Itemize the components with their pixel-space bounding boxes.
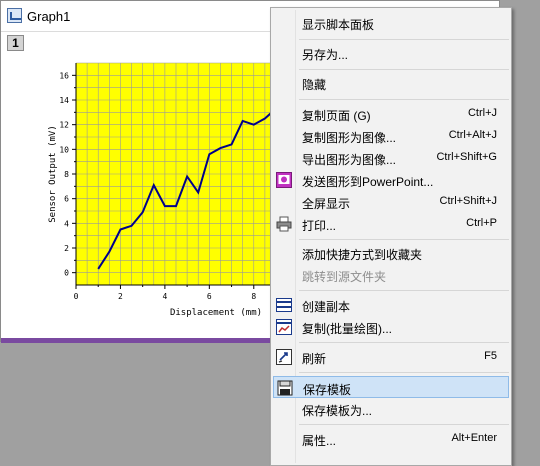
- layer-tab[interactable]: 1: [7, 35, 24, 51]
- y-tick-label: 12: [59, 121, 69, 130]
- x-tick-label: 0: [74, 292, 79, 301]
- x-tick-label: 2: [118, 292, 123, 301]
- save-template-icon: [277, 380, 293, 396]
- menu-item-save-template[interactable]: 保存模板: [273, 376, 509, 398]
- menu-item-label: 属性...: [302, 434, 337, 448]
- menu-separator: [299, 372, 509, 373]
- y-tick-label: 16: [59, 71, 69, 80]
- menu-item-label: 创建副本: [302, 300, 351, 314]
- menu-item-copy-page[interactable]: 复制页面 (G) Ctrl+J: [273, 103, 509, 125]
- powerpoint-icon: [276, 172, 292, 188]
- menu-item-go-to-source-folder[interactable]: 跳转到源文件夹: [273, 264, 509, 286]
- menu-item-label: 打印...: [302, 219, 337, 233]
- menu-separator: [299, 99, 509, 100]
- menu-item-shortcut: Ctrl+Shift+G: [436, 151, 497, 163]
- menu-item-label: 显示脚本面板: [302, 18, 375, 32]
- duplicate-icon: [276, 298, 292, 312]
- menu-item-copy-graph-as-image[interactable]: 复制图形为图像... Ctrl+Alt+J: [273, 125, 509, 147]
- y-tick-label: 14: [59, 96, 69, 105]
- menu-separator: [299, 239, 509, 240]
- menu-separator: [299, 424, 509, 425]
- x-tick-label: 8: [251, 292, 256, 301]
- menu-item-label: 复制图形为图像...: [302, 131, 397, 145]
- menu-item-shortcut: Ctrl+P: [466, 217, 497, 229]
- y-axis-title: Sensor Output (mV): [48, 125, 58, 223]
- menu-item-batch-plot[interactable]: 复制(批量绘图)...: [273, 316, 509, 338]
- menu-item-label: 跳转到源文件夹: [302, 270, 387, 284]
- plot-area[interactable]: 0 2 4 6 8 0 2 4 6 8 10 12 14 16 Displacement (mm) Senso…: [5, 53, 275, 337]
- menu-separator: [299, 342, 509, 343]
- menu-item-save-as[interactable]: 另存为...: [273, 42, 509, 64]
- menu-item-shortcut: Ctrl+Shift+J: [439, 195, 497, 207]
- menu-item-export-graph-as-image[interactable]: 导出图形为图像... Ctrl+Shift+G: [273, 147, 509, 169]
- graph-window-icon: [7, 8, 22, 23]
- batch-plot-icon: [276, 319, 292, 335]
- menu-item-shortcut: Ctrl+J: [467, 107, 497, 119]
- menu-item-label: 复制页面 (G): [302, 109, 371, 123]
- y-tick-label: 8: [64, 170, 69, 179]
- context-menu: 显示脚本面板 另存为... 隐藏 复制页面 (G) Ctrl+J 复制图形为图像…: [270, 7, 512, 466]
- menu-item-label: 发送图形到PowerPoint...: [302, 175, 434, 189]
- menu-item-save-template-as[interactable]: 保存模板为...: [273, 398, 509, 420]
- printer-icon: [276, 216, 292, 232]
- menu-item-create-copy[interactable]: 创建副本: [273, 294, 509, 316]
- y-tick-label: 2: [64, 244, 69, 253]
- menu-item-hide[interactable]: 隐藏: [273, 72, 509, 94]
- menu-item-shortcut: Ctrl+Alt+J: [448, 129, 497, 141]
- y-tick-label: 4: [64, 219, 69, 228]
- y-tick-label: 6: [64, 195, 69, 204]
- menu-item-label: 另存为...: [302, 48, 349, 62]
- menu-item-label: 隐藏: [302, 78, 327, 92]
- menu-item-add-shortcut-to-favorites[interactable]: 添加快捷方式到收藏夹: [273, 242, 509, 264]
- refresh-icon: [276, 349, 292, 365]
- menu-item-label: 刷新: [302, 352, 327, 366]
- x-tick-label: 6: [207, 292, 212, 301]
- menu-item-label: 导出图形为图像...: [302, 153, 397, 167]
- menu-item-shortcut: F5: [484, 350, 497, 362]
- menu-separator: [299, 39, 509, 40]
- x-tick-label: 4: [162, 292, 167, 301]
- menu-item-label: 复制(批量绘图)...: [302, 322, 392, 336]
- menu-separator: [299, 69, 509, 70]
- menu-item-refresh[interactable]: 刷新 F5: [273, 346, 509, 368]
- menu-separator: [299, 290, 509, 291]
- x-axis-title: Displacement (mm): [170, 308, 262, 318]
- y-tick-label: 10: [59, 145, 69, 154]
- menu-item-label: 添加快捷方式到收藏夹: [302, 248, 423, 262]
- menu-item-full-screen[interactable]: 全屏显示 Ctrl+Shift+J: [273, 191, 509, 213]
- y-tick-label: 0: [64, 269, 69, 278]
- menu-item-send-to-powerpoint[interactable]: 发送图形到PowerPoint...: [273, 169, 509, 191]
- menu-item-show-script-panel[interactable]: 显示脚本面板: [273, 12, 509, 34]
- menu-item-label: 全屏显示: [302, 197, 351, 211]
- menu-item-label: 保存模板为...: [302, 404, 373, 418]
- menu-item-label: 保存模板: [303, 383, 352, 397]
- menu-item-properties[interactable]: 属性... Alt+Enter: [273, 428, 509, 450]
- menu-item-shortcut: Alt+Enter: [451, 432, 497, 444]
- window-title: Graph1: [27, 9, 71, 24]
- menu-item-print[interactable]: 打印... Ctrl+P: [273, 213, 509, 235]
